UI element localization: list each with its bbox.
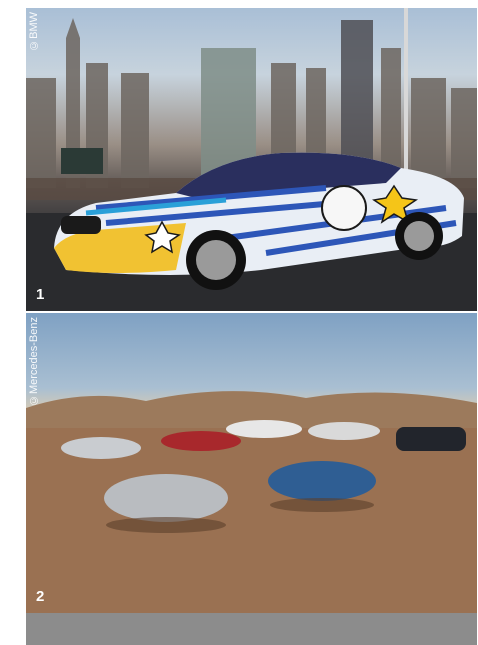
photo-art-car: ©BMW 1 (26, 8, 477, 311)
photo-credit: ©BMW (28, 12, 40, 51)
convertibles-illustration (26, 391, 477, 613)
photo-convertibles: ©Mercedes-Benz 2 (26, 313, 477, 613)
photo-number: 2 (36, 588, 45, 605)
photo-number: 1 (36, 286, 45, 303)
road-sign (61, 148, 103, 174)
photo-credit: ©Mercedes-Benz (28, 317, 40, 407)
footer-bar (26, 613, 477, 645)
light-pole (404, 8, 408, 178)
art-car-illustration (26, 8, 477, 311)
